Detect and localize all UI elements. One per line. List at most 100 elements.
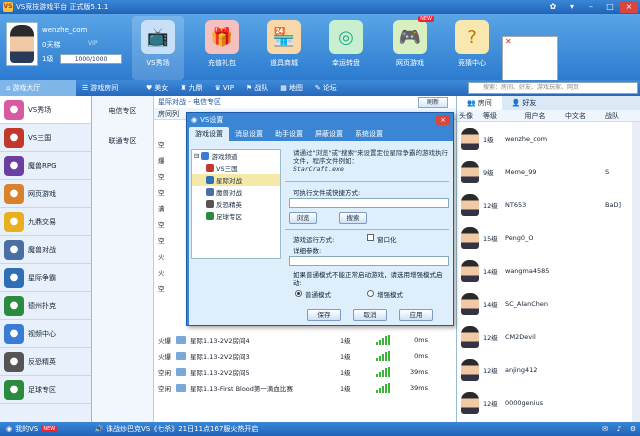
player-row[interactable]: 12级 anjing412 bbox=[457, 355, 640, 385]
windowed-checkbox[interactable] bbox=[367, 234, 374, 241]
room-level: 1级 bbox=[340, 369, 351, 377]
sidebar-item[interactable]: ● 德州扑克 bbox=[0, 292, 91, 320]
sidebar-item[interactable]: ● 足球专区 bbox=[0, 376, 91, 404]
tab-friends[interactable]: 👤 好友 bbox=[502, 96, 547, 110]
heart-icon: ♥ bbox=[146, 84, 153, 92]
nav-webgame[interactable]: 🎮 网页游戏 NEW bbox=[384, 16, 436, 80]
tree-item-warcraft[interactable]: 魔兽对战 bbox=[192, 186, 280, 198]
player-scrollbar[interactable] bbox=[632, 122, 640, 422]
vs-logo-icon: ◉ bbox=[191, 116, 198, 124]
player-panel: 👥 房间 👤 好友 头像 等级 用户名 中文名 战队 1级 wenzhe_com 9级 M… bbox=[456, 96, 640, 422]
sidebar-item[interactable]: ● 视频中心 bbox=[0, 320, 91, 348]
sidebar-item[interactable]: ● 魔兽对战 bbox=[0, 236, 91, 264]
tab-game-room[interactable]: ☰ 游戏房间 bbox=[76, 80, 140, 96]
minimize-button[interactable]: – bbox=[582, 1, 600, 13]
tab-room-players[interactable]: 👥 房间 bbox=[457, 96, 502, 110]
tab-vip[interactable]: ♛ VIP bbox=[209, 80, 240, 96]
sidebar-item[interactable]: ● 网页游戏 bbox=[0, 180, 91, 208]
player-row[interactable]: 12级 NT653 BaD] bbox=[457, 190, 640, 220]
enhanced-mode-radio[interactable] bbox=[367, 290, 374, 297]
sidebar-item-label: VS秀场 bbox=[28, 105, 52, 114]
tree-item-sanguo[interactable]: VS三国 bbox=[192, 162, 280, 174]
room-status: 爆 bbox=[158, 157, 165, 165]
save-button[interactable]: 保存 bbox=[307, 309, 341, 321]
player-row[interactable]: 1级 wenzhe_com bbox=[457, 124, 640, 154]
sidebar-item[interactable]: ● 九鼎交易 bbox=[0, 208, 91, 236]
tab-block-settings[interactable]: 屏蔽设置 bbox=[309, 127, 349, 141]
mail-icon[interactable]: ✉ bbox=[598, 425, 612, 433]
close-button[interactable]: × bbox=[620, 1, 638, 13]
menu-icon[interactable]: ▾ bbox=[563, 1, 581, 13]
tab-label: 战队 bbox=[254, 84, 269, 92]
room-row[interactable]: 空闲 星际1.13-2V2房间5 1级 39ms bbox=[154, 364, 456, 380]
col-team[interactable]: 战队 bbox=[605, 110, 635, 121]
zone-unicom[interactable]: 联通专区 bbox=[92, 136, 153, 146]
room-row[interactable]: 火爆 星际1.13-2V2房间4 1级 0ms bbox=[154, 332, 456, 348]
skin-icon[interactable]: ✿ bbox=[544, 1, 562, 13]
vip-badge[interactable]: VIP bbox=[88, 40, 98, 47]
tree-root[interactable]: ⊟ 游戏频道 bbox=[192, 150, 280, 162]
tab-game-hall[interactable]: ⌂ 游戏大厅 bbox=[0, 80, 76, 96]
nav-recharge[interactable]: 🎁 充值礼包 bbox=[196, 16, 248, 80]
col-avatar[interactable]: 头像 bbox=[457, 110, 483, 121]
mode-hint: 如果普通模式不能正常启动游戏，请选用增强模式启动: bbox=[293, 271, 443, 287]
nav-quiz[interactable]: ? 竞猜中心 bbox=[446, 16, 498, 80]
avatar[interactable] bbox=[6, 22, 38, 66]
my-vs-button[interactable]: ◉ 我的VS NEW bbox=[0, 424, 92, 434]
room-row[interactable]: 空闲 星际1.13-First Blood第一滴血比赛 1级 39ms bbox=[154, 380, 456, 396]
col-level[interactable]: 等级 bbox=[483, 110, 505, 121]
nav-vs-show[interactable]: 📺 VS秀场 bbox=[132, 16, 184, 80]
maximize-button[interactable]: □ bbox=[601, 1, 619, 13]
sidebar-item[interactable]: ● 魔兽RPG bbox=[0, 152, 91, 180]
params-input[interactable] bbox=[289, 256, 449, 266]
player-row[interactable]: 14级 SC_AlanChen bbox=[457, 289, 640, 319]
tab-team[interactable]: ⚑ 战队 bbox=[240, 80, 274, 96]
nav-wheel[interactable]: ◎ 幸运转盘 bbox=[320, 16, 372, 80]
tab-game-settings[interactable]: 游戏设置 bbox=[189, 127, 229, 141]
col-username[interactable]: 用户名 bbox=[505, 110, 565, 121]
settings-icon[interactable]: ⚙ bbox=[626, 425, 640, 433]
cancel-button[interactable]: 取消 bbox=[353, 309, 387, 321]
sidebar-item[interactable]: ● 星际争霸 bbox=[0, 264, 91, 292]
dialog-close-button[interactable]: × bbox=[436, 115, 450, 125]
tab-beauty[interactable]: ♥ 美女 bbox=[140, 80, 174, 96]
refresh-button[interactable]: 刷新 bbox=[418, 97, 448, 108]
tab-map[interactable]: ▦ 地图 bbox=[274, 80, 309, 96]
cs-icon bbox=[206, 200, 214, 208]
player-row[interactable]: 15级 Peng0_O bbox=[457, 223, 640, 253]
sidebar-item[interactable]: ● VS秀场 bbox=[0, 96, 91, 124]
tab-assistant-settings[interactable]: 助手设置 bbox=[269, 127, 309, 141]
tree-item-cs[interactable]: 反恐精英 bbox=[192, 198, 280, 210]
sidebar-item[interactable]: ● VS三国 bbox=[0, 124, 91, 152]
bell-icon[interactable]: ♪ bbox=[612, 425, 626, 433]
zone-telecom[interactable]: 电信专区 bbox=[92, 106, 153, 116]
nav-shop[interactable]: 🏪 道具商城 bbox=[258, 16, 310, 80]
news-ticker[interactable]: 诛战炒巴克VS《七杀》21日11点167服火热开启 bbox=[106, 424, 598, 434]
ad-banner[interactable]: ✕ bbox=[502, 36, 558, 82]
apply-button[interactable]: 应用 bbox=[399, 309, 433, 321]
browse-button[interactable]: 浏览 bbox=[289, 212, 317, 224]
sidebar-item-label: 视频中心 bbox=[28, 329, 56, 338]
player-row[interactable]: 14级 wangma4585 bbox=[457, 256, 640, 286]
col-cnname[interactable]: 中文名 bbox=[565, 110, 605, 121]
normal-mode-radio[interactable] bbox=[295, 290, 302, 297]
player-row[interactable]: 9级 Meme_99 S bbox=[457, 157, 640, 187]
tab-system-settings[interactable]: 系统设置 bbox=[349, 127, 389, 141]
tab-jiuding[interactable]: ♜ 九鼎 bbox=[174, 80, 208, 96]
tab-forum[interactable]: ✎ 论坛 bbox=[309, 80, 343, 96]
tree-item-football[interactable]: 足球专区 bbox=[192, 210, 280, 222]
path-input[interactable] bbox=[289, 198, 449, 208]
player-row[interactable]: 12级 0000genius bbox=[457, 388, 640, 418]
tab-message-settings[interactable]: 消息设置 bbox=[229, 127, 269, 141]
player-row[interactable]: 12级 CM2Devil bbox=[457, 322, 640, 352]
normal-mode-label: 普通模式 bbox=[305, 291, 331, 299]
tab-label: 九鼎 bbox=[188, 84, 203, 92]
room-row[interactable]: 火爆 星际1.13-2V2房间3 1级 0ms bbox=[154, 348, 456, 364]
search-input[interactable]: 搜索：房间、好友、游戏玩家、网页 bbox=[468, 82, 638, 94]
tab-label: 好友 bbox=[522, 99, 537, 107]
tree-item-starcraft[interactable]: 星际对战 bbox=[192, 174, 280, 186]
signal-icon bbox=[376, 383, 398, 393]
player-avatar bbox=[461, 194, 479, 216]
search-button[interactable]: 搜索 bbox=[339, 212, 367, 224]
sidebar-item[interactable]: ● 反恐精英 bbox=[0, 348, 91, 376]
